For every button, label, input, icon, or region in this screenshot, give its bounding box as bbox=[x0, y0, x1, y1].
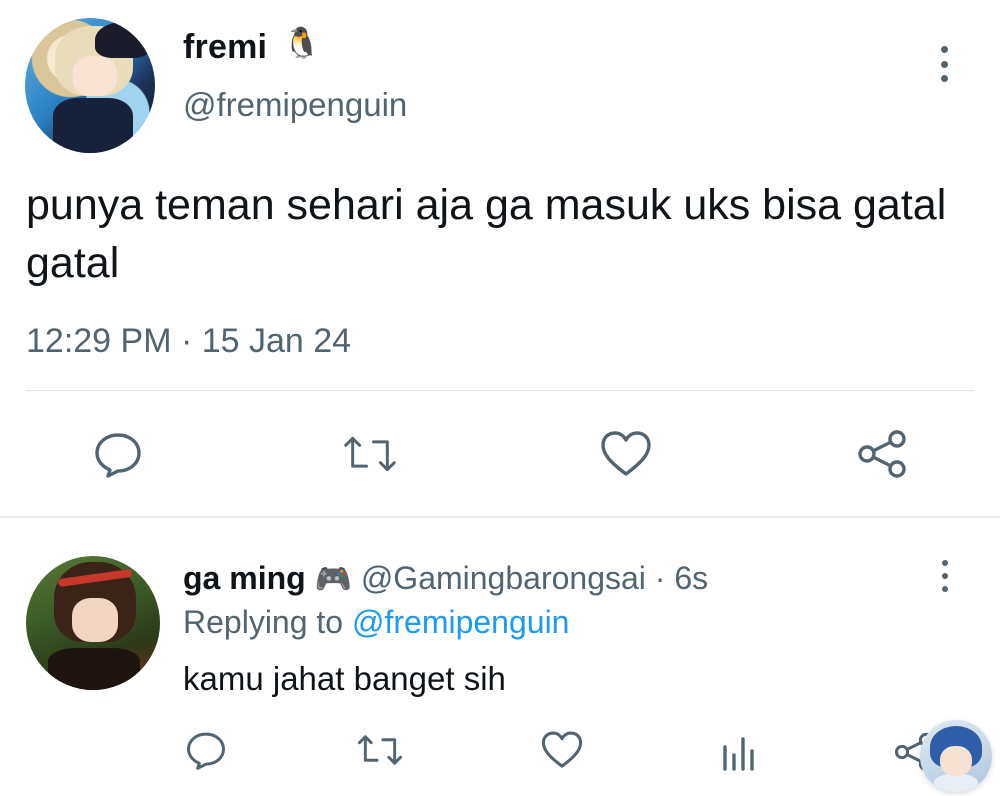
replying-to-label: Replying to bbox=[183, 604, 344, 640]
reply-time-ago[interactable]: 6s bbox=[674, 560, 708, 596]
game-controller-emoji: 🎮 bbox=[314, 562, 352, 597]
more-options-icon[interactable] bbox=[936, 46, 952, 82]
reply-text: kamu jahat banget sih bbox=[183, 660, 506, 697]
share-icon bbox=[858, 430, 906, 478]
header-separator: · bbox=[654, 560, 666, 596]
retweet-icon bbox=[344, 436, 396, 472]
reply-handle[interactable]: @Gamingbarongsai bbox=[361, 560, 646, 596]
replying-to-mention[interactable]: @fremipenguin bbox=[352, 604, 569, 640]
author-handle[interactable]: @fremipenguin bbox=[183, 86, 407, 124]
retweet-icon bbox=[358, 735, 402, 765]
tweet-text: punya teman sehari aja ga masuk uks bisa… bbox=[26, 181, 947, 287]
reply-icon bbox=[95, 433, 141, 478]
share-button[interactable] bbox=[856, 428, 908, 480]
reply-header: ga ming 🎮 @Gamingbarongsai · 6s bbox=[183, 560, 708, 597]
reply-icon bbox=[187, 732, 225, 770]
reply-retweet-button[interactable] bbox=[358, 728, 402, 772]
reply-more-options-icon[interactable] bbox=[938, 560, 952, 592]
author-display-name[interactable]: fremi bbox=[183, 28, 267, 67]
tweet-timestamp[interactable]: 12:29 PM · 15 Jan 24 bbox=[26, 322, 351, 361]
penguin-emoji: 🐧 bbox=[283, 26, 321, 61]
reply-reply-button[interactable] bbox=[184, 728, 228, 772]
divider bbox=[26, 390, 974, 391]
reply-author-avatar[interactable] bbox=[26, 556, 160, 690]
reply-button[interactable] bbox=[92, 428, 144, 480]
reply-display-name[interactable]: ga ming bbox=[183, 560, 306, 596]
like-button[interactable] bbox=[600, 428, 652, 480]
section-separator bbox=[0, 516, 1000, 518]
retweet-button[interactable] bbox=[344, 428, 396, 480]
views-icon bbox=[723, 737, 754, 771]
reply-views-button[interactable] bbox=[716, 730, 760, 774]
main-tweet: fremi 🐧 @fremipenguin punya teman sehari… bbox=[0, 0, 1000, 518]
heart-icon bbox=[601, 431, 651, 476]
reply-like-button[interactable] bbox=[540, 728, 584, 772]
author-avatar[interactable] bbox=[25, 18, 155, 153]
heart-icon bbox=[541, 731, 583, 768]
floating-profile-avatar[interactable] bbox=[920, 720, 992, 792]
replying-to: Replying to @fremipenguin bbox=[183, 604, 569, 641]
